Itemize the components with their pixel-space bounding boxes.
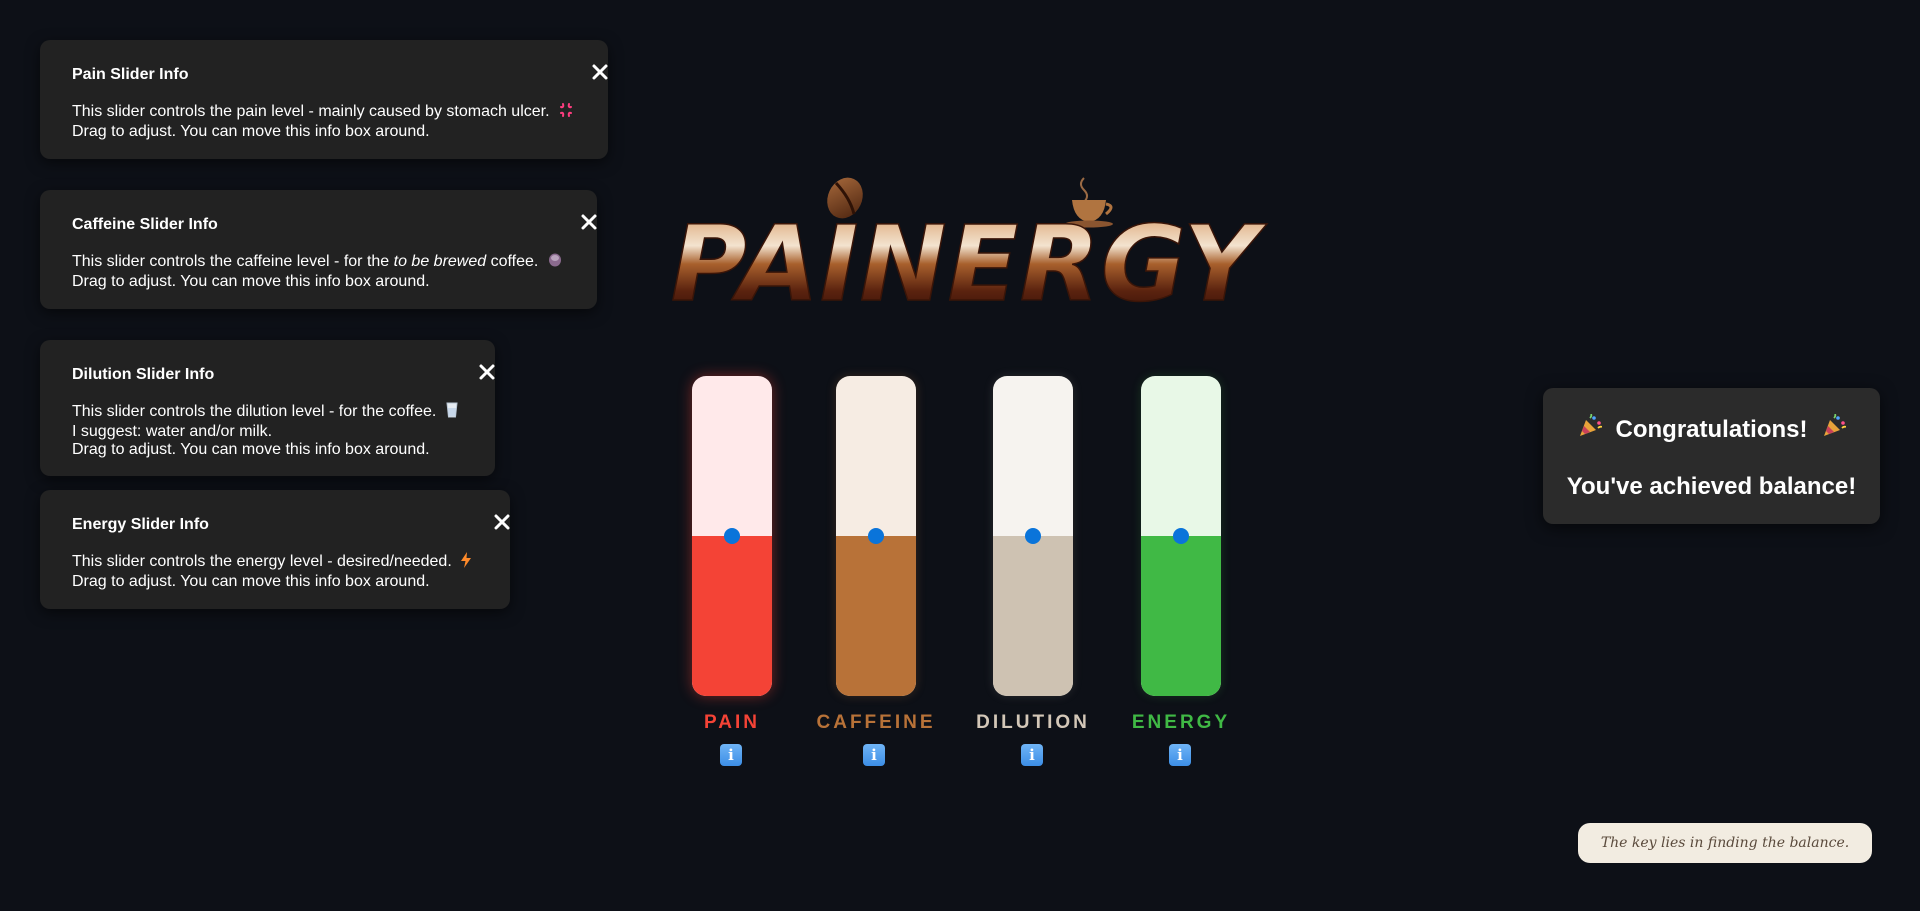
party-popper-icon bbox=[1822, 413, 1846, 446]
coffee-bean-icon bbox=[547, 252, 563, 273]
information-icon: i bbox=[871, 746, 877, 764]
information-icon: i bbox=[728, 746, 734, 764]
pain-slider-fill bbox=[692, 536, 772, 696]
dilution-info-box[interactable]: Dilution Slider Info This slider control… bbox=[40, 340, 495, 476]
pain-info-box[interactable]: Pain Slider Info This slider controls th… bbox=[40, 40, 608, 159]
party-popper-icon bbox=[1578, 413, 1602, 446]
caffeine-info-line-1-before: This slider controls the caffeine level … bbox=[72, 253, 394, 270]
energy-info-title: Energy Slider Info bbox=[72, 516, 209, 533]
energy-slider[interactable] bbox=[1141, 376, 1221, 696]
caffeine-slider-fill bbox=[836, 536, 916, 696]
pain-info-line-2: Drag to adjust. You can move this info b… bbox=[72, 123, 430, 140]
dilution-info-line-3: Drag to adjust. You can move this info b… bbox=[72, 441, 430, 458]
energy-slider-thumb[interactable] bbox=[1173, 528, 1189, 544]
caffeine-slider[interactable] bbox=[836, 376, 916, 696]
congratulations-subtitle: You've achieved balance! bbox=[1566, 473, 1857, 500]
dilution-info-line-2: I suggest: water and/or milk. bbox=[72, 423, 273, 440]
energy-info-button[interactable]: i bbox=[1169, 744, 1191, 766]
caffeine-slider-label: CAFFEINE bbox=[816, 712, 936, 733]
pain-slider-label: PAIN bbox=[704, 712, 760, 733]
close-icon bbox=[494, 514, 510, 530]
hint-tooltip: The key lies in finding the balance. bbox=[1578, 823, 1872, 863]
energy-info-line-1: This slider controls the energy level - … bbox=[72, 553, 452, 570]
lightning-icon bbox=[460, 552, 472, 573]
caffeine-info-line-2: Drag to adjust. You can move this info b… bbox=[72, 273, 430, 290]
logo-text: PAINERGY bbox=[671, 203, 1268, 315]
energy-slider-fill bbox=[1141, 536, 1221, 696]
close-icon bbox=[581, 214, 597, 230]
energy-info-close-button[interactable] bbox=[493, 512, 513, 532]
glass-icon bbox=[445, 402, 459, 423]
energy-slider-label: ENERGY bbox=[1131, 712, 1231, 733]
information-icon: i bbox=[1177, 746, 1183, 764]
caffeine-info-text: This slider controls the caffeine level … bbox=[72, 252, 565, 291]
pain-info-close-button[interactable] bbox=[591, 62, 611, 82]
dilution-info-title: Dilution Slider Info bbox=[72, 366, 215, 383]
caffeine-info-button[interactable]: i bbox=[863, 744, 885, 766]
pain-info-line-1: This slider controls the pain level - ma… bbox=[72, 103, 550, 120]
close-icon bbox=[592, 64, 608, 80]
caffeine-info-title: Caffeine Slider Info bbox=[72, 216, 218, 233]
pain-slider[interactable] bbox=[692, 376, 772, 696]
energy-info-box[interactable]: Energy Slider Info This slider controls … bbox=[40, 490, 510, 609]
caffeine-info-close-button[interactable] bbox=[580, 212, 600, 232]
pain-info-title: Pain Slider Info bbox=[72, 66, 189, 83]
information-icon: i bbox=[1029, 746, 1035, 764]
energy-info-line-2: Drag to adjust. You can move this info b… bbox=[72, 573, 430, 590]
dilution-slider-thumb[interactable] bbox=[1025, 528, 1041, 544]
congratulations-title-row: Congratulations! bbox=[1543, 413, 1880, 446]
dilution-slider-fill bbox=[993, 536, 1073, 696]
pain-info-button[interactable]: i bbox=[720, 744, 742, 766]
dilution-info-button[interactable]: i bbox=[1021, 744, 1043, 766]
energy-info-text: This slider controls the energy level - … bbox=[72, 552, 478, 591]
dilution-info-line-1: This slider controls the dilution level … bbox=[72, 403, 437, 420]
caffeine-info-box[interactable]: Caffeine Slider Info This slider control… bbox=[40, 190, 597, 309]
dilution-slider[interactable] bbox=[993, 376, 1073, 696]
painergy-logo: PAINERGY bbox=[660, 170, 1270, 326]
dilution-info-text: This slider controls the dilution level … bbox=[72, 402, 463, 459]
dilution-info-close-button[interactable] bbox=[478, 362, 498, 382]
caffeine-slider-thumb[interactable] bbox=[868, 528, 884, 544]
caffeine-info-emphasis: to be brewed bbox=[393, 253, 487, 270]
anger-symbol-icon bbox=[558, 102, 574, 123]
dilution-slider-label: DILUTION bbox=[976, 712, 1090, 733]
congratulations-panel: Congratulations! You've achieved balance… bbox=[1543, 388, 1880, 524]
pain-slider-thumb[interactable] bbox=[724, 528, 740, 544]
close-icon bbox=[479, 364, 495, 380]
caffeine-info-line-1-after: coffee. bbox=[486, 253, 539, 270]
congratulations-title: Congratulations! bbox=[1615, 416, 1808, 443]
pain-info-text: This slider controls the pain level - ma… bbox=[72, 102, 576, 141]
